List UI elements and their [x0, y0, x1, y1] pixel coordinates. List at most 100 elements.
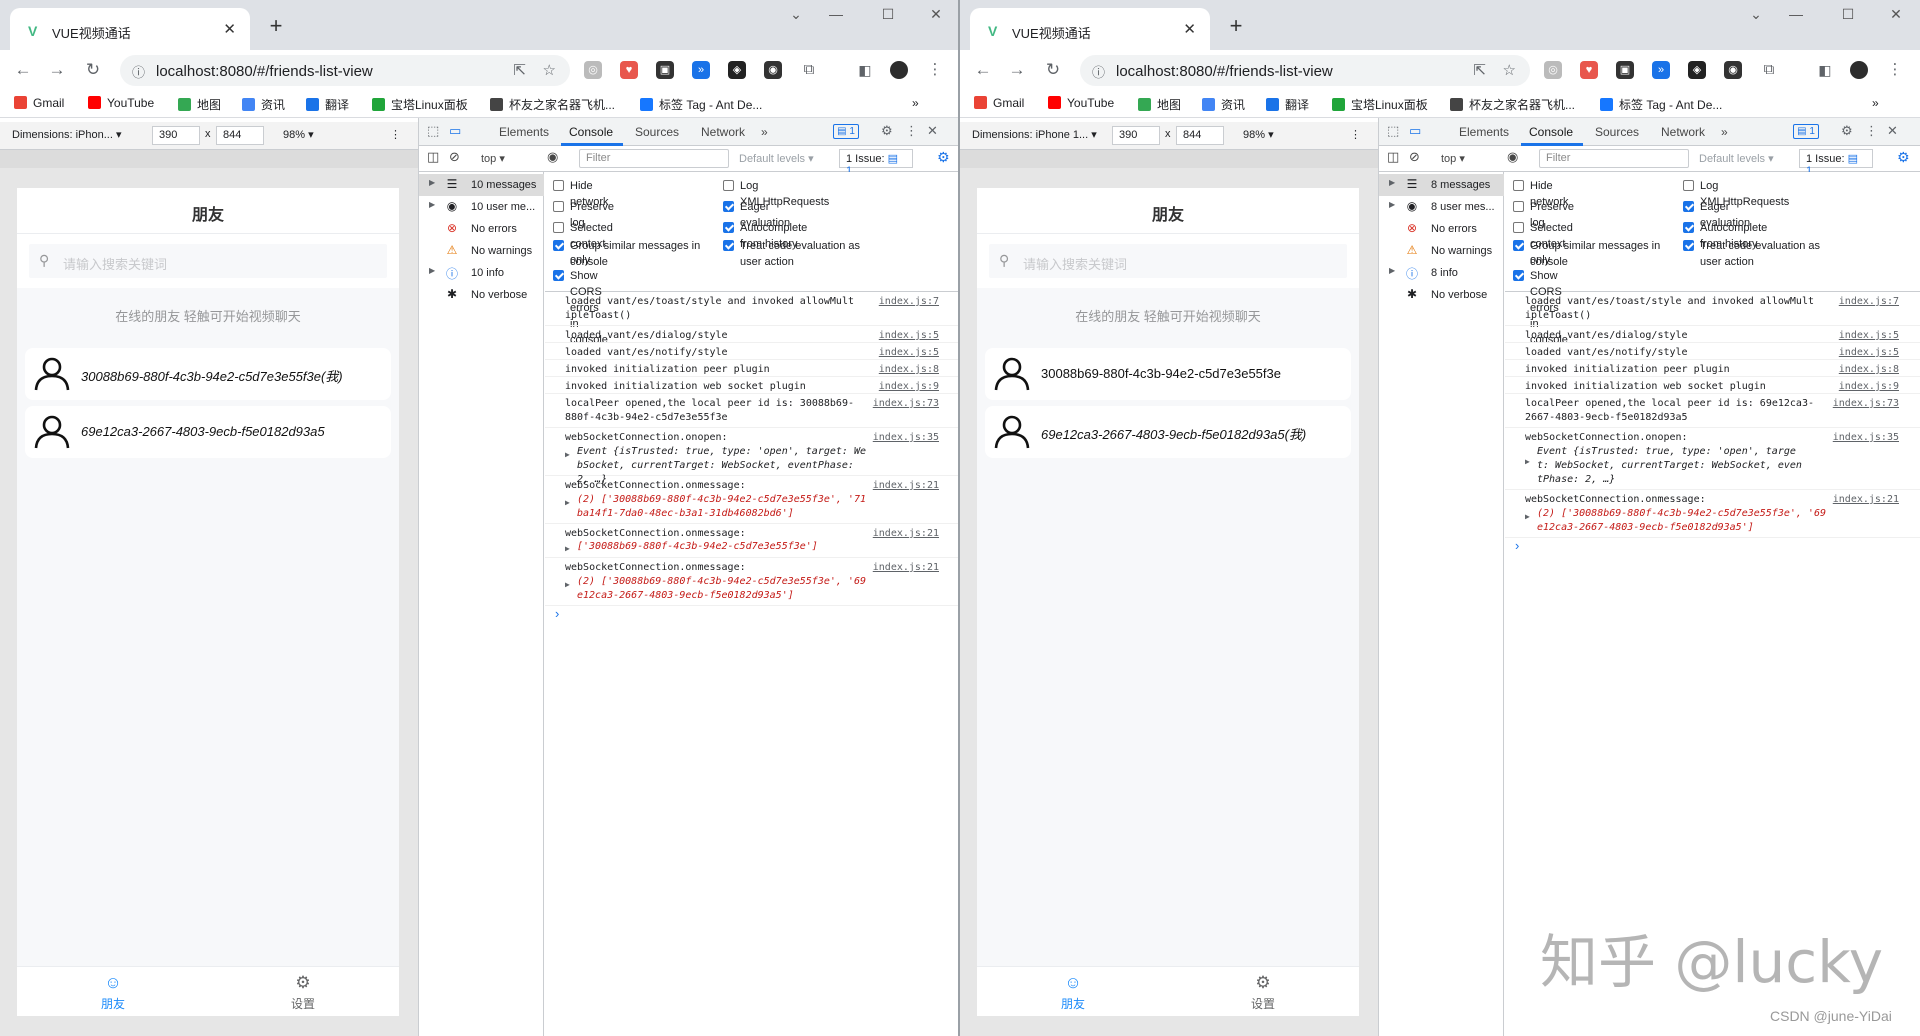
sidebar-user-messages[interactable]: ▶ ◉ 8 user mes...: [1379, 196, 1504, 218]
bookmark-antd[interactable]: 标签 Tag - Ant De...: [1600, 96, 1722, 113]
extension-icon[interactable]: ◎: [584, 61, 602, 79]
extensions-puzzle-icon[interactable]: ⧉: [1760, 61, 1778, 79]
browser-tab[interactable]: V VUE视频通话 ✕: [970, 8, 1210, 50]
extension-icon[interactable]: ◎: [1544, 61, 1562, 79]
bookmark-youtube[interactable]: YouTube: [88, 96, 154, 110]
console-prompt[interactable]: ›: [555, 606, 559, 621]
device-toggle-icon[interactable]: ▭: [449, 123, 461, 139]
forward-button[interactable]: →: [44, 57, 70, 83]
tab-console[interactable]: Console: [1529, 125, 1573, 139]
extension-icon[interactable]: ◈: [1688, 61, 1706, 79]
sidebar-toggle-icon[interactable]: ◫: [427, 149, 439, 165]
bookmark-translate[interactable]: 翻译: [306, 96, 349, 113]
maximize-button[interactable]: ☐: [1828, 6, 1868, 23]
width-input[interactable]: 390: [152, 126, 200, 145]
device-menu-icon[interactable]: ⋮: [1350, 128, 1361, 141]
friend-item[interactable]: 69e12ca3-2667-4803-9ecb-f5e0182d93a5(我): [985, 406, 1351, 458]
search-input[interactable]: ⚲ 请输入搜索关键词: [989, 244, 1347, 278]
new-tab-button[interactable]: +: [262, 12, 290, 40]
array-object[interactable]: (2) ['30088b69-880f-4c3b-94e2-c5d7e3e55f…: [1537, 507, 1827, 535]
extension-icon[interactable]: ♥: [1580, 61, 1598, 79]
live-expression-icon[interactable]: ◉: [547, 149, 558, 165]
bookmark-antd[interactable]: 标签 Tag - Ant De...: [640, 96, 762, 113]
device-select[interactable]: Dimensions: iPhone 1... ▾: [972, 128, 1097, 141]
devtools-menu-icon[interactable]: ⋮: [1865, 123, 1878, 139]
sidebar-info[interactable]: ▶ ⓘ 8 info: [1379, 262, 1504, 284]
bookmarks-overflow[interactable]: »: [912, 96, 919, 110]
array-object[interactable]: (2) ['30088b69-880f-4c3b-94e2-c5d7e3e55f…: [577, 575, 867, 603]
issues-button[interactable]: 1 Issue: ▤ 1: [839, 149, 913, 177]
devtools-menu-icon[interactable]: ⋮: [905, 123, 918, 139]
array-object[interactable]: ['30088b69-880f-4c3b-94e2-c5d7e3e55f3e']: [577, 540, 867, 554]
close-tab-icon[interactable]: ✕: [1183, 20, 1196, 38]
device-menu-icon[interactable]: ⋮: [390, 128, 401, 141]
close-devtools-icon[interactable]: ✕: [927, 123, 938, 139]
sidebar-user-messages[interactable]: ▶ ◉ 10 user me...: [419, 196, 544, 218]
clear-console-icon[interactable]: ⊘: [1409, 149, 1420, 165]
friend-item[interactable]: 30088b69-880f-4c3b-94e2-c5d7e3e55f3e: [985, 348, 1351, 400]
sidebar-toggle-icon[interactable]: ◫: [1387, 149, 1399, 165]
console-settings-icon[interactable]: ⚙: [937, 149, 950, 166]
profile-avatar[interactable]: [890, 61, 908, 79]
friend-item[interactable]: 69e12ca3-2667-4803-9ecb-f5e0182d93a5: [25, 406, 391, 458]
minimize-button[interactable]: —: [1776, 6, 1816, 22]
extension-icon[interactable]: »: [1652, 61, 1670, 79]
bookmark-cup[interactable]: 杯友之家名器飞机...: [490, 96, 615, 113]
log-levels-select[interactable]: Default levels ▾: [739, 152, 814, 165]
extension-icon[interactable]: ▣: [656, 61, 674, 79]
device-select[interactable]: Dimensions: iPhon... ▾: [12, 128, 121, 141]
console-filter-input[interactable]: Filter: [579, 149, 729, 168]
share-icon[interactable]: ⇱: [513, 61, 526, 79]
reload-button[interactable]: ↻: [1040, 57, 1066, 83]
console-prompt[interactable]: ›: [1515, 538, 1519, 553]
gear-icon[interactable]: ⚙: [1841, 123, 1853, 139]
sidebar-warnings[interactable]: ⚠ No warnings: [419, 240, 544, 262]
close-tab-icon[interactable]: ✕: [223, 20, 236, 38]
array-object[interactable]: (2) ['30088b69-880f-4c3b-94e2-c5d7e3e55f…: [577, 493, 867, 521]
tab-network[interactable]: Network: [1661, 125, 1705, 139]
console-settings-icon[interactable]: ⚙: [1897, 149, 1910, 166]
bookmark-cup[interactable]: 杯友之家名器飞机...: [1450, 96, 1575, 113]
menu-icon[interactable]: ⋮: [926, 61, 944, 79]
url-text[interactable]: localhost:8080/#/friends-list-view: [1116, 63, 1333, 80]
profile-avatar[interactable]: [1850, 61, 1868, 79]
bookmark-baota[interactable]: 宝塔Linux面板: [1332, 96, 1428, 113]
close-window-button[interactable]: ✕: [1876, 6, 1916, 23]
new-tab-button[interactable]: +: [1222, 12, 1250, 40]
height-input[interactable]: 844: [1176, 126, 1224, 145]
issues-button[interactable]: 1 Issue: ▤ 1: [1799, 149, 1873, 177]
address-bar[interactable]: ⓘ localhost:8080/#/friends-list-view ⇱ ☆: [1080, 55, 1530, 86]
bookmarks-overflow[interactable]: »: [1872, 96, 1879, 110]
tab-console[interactable]: Console: [569, 125, 613, 139]
back-button[interactable]: ←: [10, 57, 36, 83]
sidebar-messages[interactable]: ▶ ☰ 10 messages: [419, 174, 544, 196]
live-expression-icon[interactable]: ◉: [1507, 149, 1518, 165]
sidebar-messages[interactable]: ▶ ☰ 8 messages: [1379, 174, 1504, 196]
context-select[interactable]: top ▾: [1441, 152, 1465, 165]
bookmark-news[interactable]: 资讯: [242, 96, 285, 113]
zoom-select[interactable]: 98% ▾: [1243, 128, 1274, 141]
tab-search-icon[interactable]: ⌄: [776, 6, 816, 23]
tab-settings[interactable]: ⚙ 设置: [273, 973, 333, 1012]
side-panel-icon[interactable]: ◧: [1816, 61, 1834, 79]
tab-search-icon[interactable]: ⌄: [1736, 6, 1776, 23]
bookmark-translate[interactable]: 翻译: [1266, 96, 1309, 113]
event-object[interactable]: Event {isTrusted: true, type: 'open', ta…: [1537, 445, 1807, 487]
tab-settings[interactable]: ⚙ 设置: [1233, 973, 1293, 1012]
messages-badge[interactable]: ▤ 1: [833, 124, 859, 139]
sidebar-warnings[interactable]: ⚠ No warnings: [1379, 240, 1504, 262]
forward-button[interactable]: →: [1004, 57, 1030, 83]
inspect-icon[interactable]: ⬚: [1387, 123, 1399, 139]
width-input[interactable]: 390: [1112, 126, 1160, 145]
context-select[interactable]: top ▾: [481, 152, 505, 165]
tab-friends[interactable]: ☺ 朋友: [83, 973, 143, 1012]
log-levels-select[interactable]: Default levels ▾: [1699, 152, 1774, 165]
bookmark-gmail[interactable]: Gmail: [14, 96, 64, 110]
share-icon[interactable]: ⇱: [1473, 61, 1486, 79]
friend-item[interactable]: 30088b69-880f-4c3b-94e2-c5d7e3e55f3e(我): [25, 348, 391, 400]
sidebar-verbose[interactable]: ✱ No verbose: [1379, 284, 1504, 306]
minimize-button[interactable]: —: [816, 6, 856, 22]
maximize-button[interactable]: ☐: [868, 6, 908, 23]
inspect-icon[interactable]: ⬚: [427, 123, 439, 139]
extension-icon[interactable]: »: [692, 61, 710, 79]
